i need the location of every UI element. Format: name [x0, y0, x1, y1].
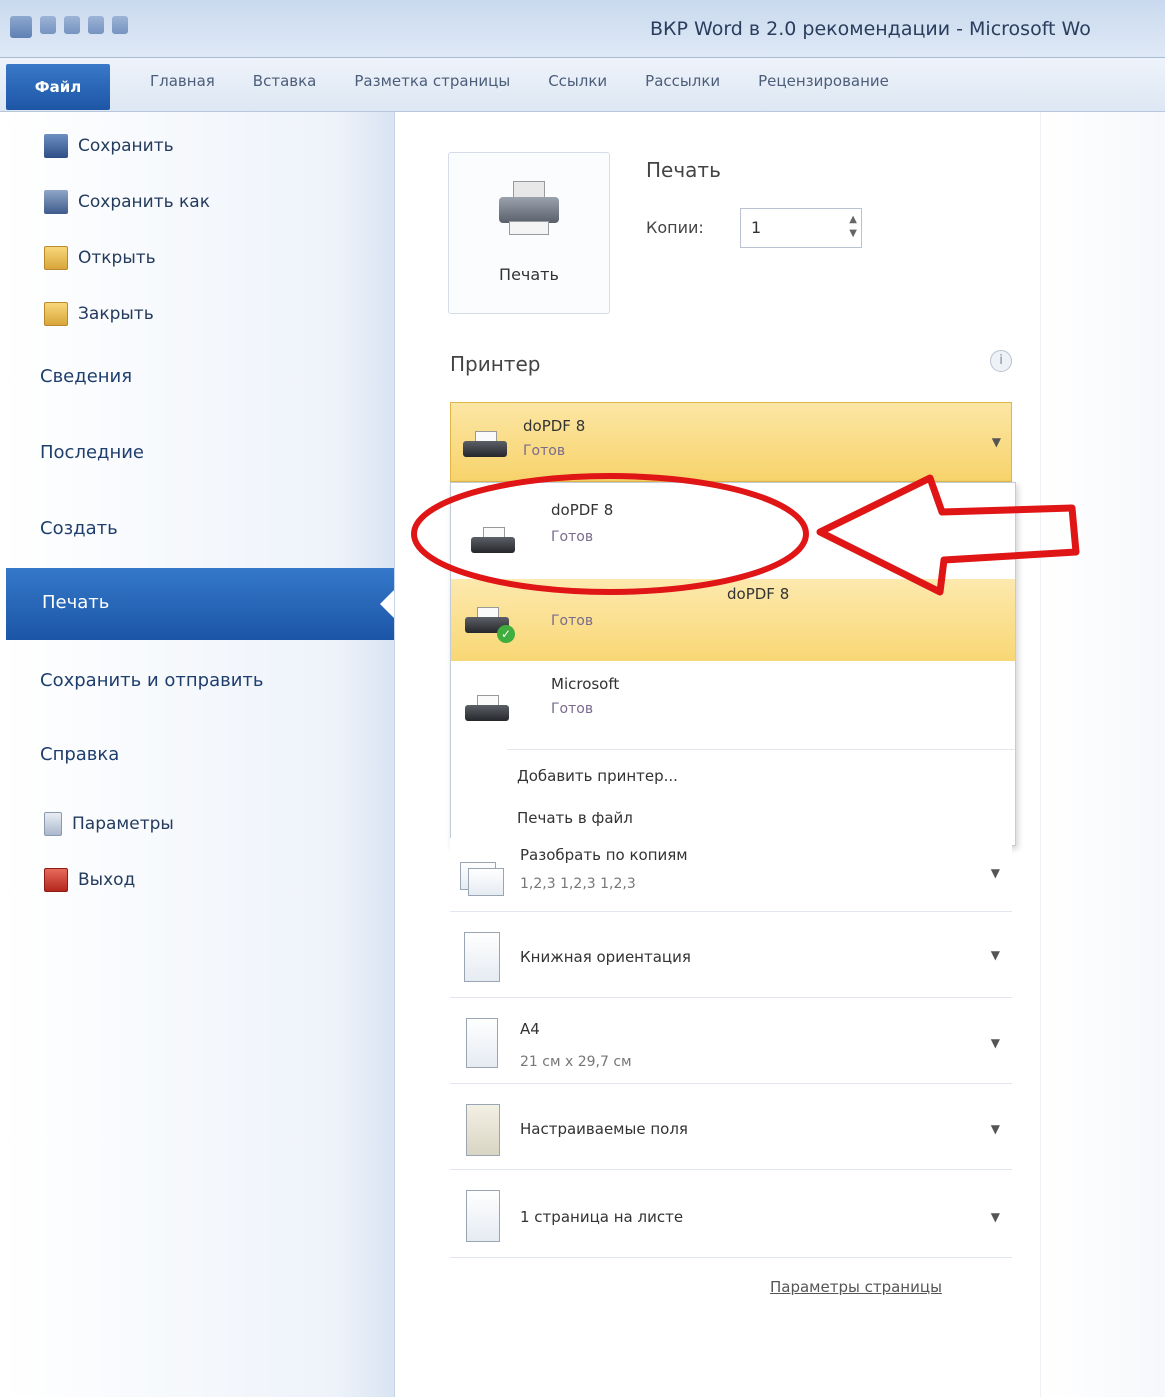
- tab-mailings[interactable]: Рассылки: [645, 72, 720, 90]
- printer-icon: [463, 431, 507, 461]
- nav-item-info[interactable]: Сведения: [40, 366, 132, 387]
- tab-references[interactable]: Ссылки: [548, 72, 607, 90]
- dropdown-separator: [507, 749, 1015, 750]
- printer-icon: [499, 181, 559, 237]
- printer-option[interactable]: Microsoft Готов: [451, 661, 1015, 745]
- title-bar: ВКР Word в 2.0 рекомендации - Microsoft …: [0, 0, 1165, 58]
- open-folder-icon: [44, 246, 68, 270]
- info-icon[interactable]: i: [990, 350, 1012, 372]
- save-as-icon: [44, 190, 68, 214]
- chevron-down-icon: ▼: [990, 1210, 1000, 1224]
- redo-icon[interactable]: [88, 16, 104, 34]
- tab-review[interactable]: Рецензирование: [758, 72, 889, 90]
- chevron-down-icon: ▼: [990, 1122, 1000, 1136]
- nav-item-new[interactable]: Создать: [40, 518, 118, 539]
- add-printer-link[interactable]: Добавить принтер...: [517, 767, 678, 785]
- copies-label: Копии:: [646, 218, 704, 237]
- chevron-down-icon: ▼: [990, 866, 1000, 880]
- pages-per-sheet-icon: [458, 1186, 508, 1242]
- printer-icon: [465, 695, 509, 725]
- spinner-arrows-icon[interactable]: ▲ ▼: [849, 213, 857, 241]
- tab-file[interactable]: Файл: [6, 64, 110, 110]
- save-quick-icon[interactable]: [40, 16, 56, 34]
- setting-paper-size[interactable]: A4 21 см x 29,7 см ▼: [450, 1004, 1012, 1084]
- nav-save-as[interactable]: Сохранить как: [44, 190, 210, 214]
- selected-printer-status: Готов: [523, 443, 566, 459]
- nav-exit[interactable]: Выход: [44, 868, 135, 892]
- options-icon: [44, 812, 62, 836]
- tab-insert[interactable]: Вставка: [253, 72, 317, 90]
- customize-toolbar-icon[interactable]: [112, 16, 128, 34]
- print-button[interactable]: Печать: [448, 152, 610, 314]
- quick-access-toolbar: [10, 16, 128, 38]
- printer-option-default[interactable]: ✓ doPDF 8 Готов: [451, 579, 1015, 661]
- tab-page-layout[interactable]: Разметка страницы: [354, 72, 510, 90]
- setting-orientation[interactable]: Книжная ориентация ▼: [450, 918, 1012, 998]
- printer-select[interactable]: doPDF 8 Готов ▼: [450, 402, 1012, 482]
- backstage-nav: Сохранить Сохранить как Открыть Закрыть …: [0, 112, 395, 1397]
- printer-icon: [471, 527, 515, 557]
- printer-dropdown: doPDF 8 Готов ✓ doPDF 8 Готов Microsoft …: [450, 482, 1016, 846]
- undo-icon[interactable]: [64, 16, 80, 34]
- chevron-down-icon: ▼: [990, 948, 1000, 962]
- setting-pages-per-sheet[interactable]: 1 страница на листе ▼: [450, 1176, 1012, 1258]
- portrait-orientation-icon: [458, 928, 508, 982]
- printer-section-label: Принтер: [450, 352, 541, 376]
- print-to-file-option[interactable]: Печать в файл: [517, 809, 633, 827]
- chevron-down-icon: ▼: [991, 435, 1001, 449]
- check-icon: ✓: [497, 625, 515, 643]
- copies-spinner[interactable]: 1 ▲ ▼: [740, 208, 862, 248]
- ribbon-tab-list: Главная Вставка Разметка страницы Ссылки…: [150, 72, 889, 90]
- nav-item-save-send[interactable]: Сохранить и отправить: [40, 670, 264, 691]
- tab-home[interactable]: Главная: [150, 72, 215, 90]
- margins-icon: [458, 1100, 508, 1156]
- exit-icon: [44, 868, 68, 892]
- nav-save[interactable]: Сохранить: [44, 134, 174, 158]
- nav-item-print[interactable]: Печать: [6, 568, 394, 640]
- print-preview-pane: [1040, 112, 1165, 1397]
- paper-size-icon: [458, 1014, 508, 1068]
- nav-options[interactable]: Параметры: [44, 812, 174, 836]
- page-setup-link[interactable]: Параметры страницы: [770, 1278, 942, 1296]
- nav-close[interactable]: Закрыть: [44, 302, 154, 326]
- save-icon: [44, 134, 68, 158]
- setting-collate[interactable]: Разобрать по копиям 1,2,3 1,2,3 1,2,3 ▼: [450, 838, 1012, 912]
- chevron-down-icon: ▼: [990, 1036, 1000, 1050]
- nav-item-help[interactable]: Справка: [40, 744, 119, 765]
- ribbon-tabs: Файл Главная Вставка Разметка страницы С…: [0, 58, 1165, 112]
- nav-item-recent[interactable]: Последние: [40, 442, 144, 463]
- close-folder-icon: [44, 302, 68, 326]
- collate-icon: [458, 848, 508, 902]
- word-app-icon[interactable]: [10, 16, 32, 38]
- print-heading: Печать: [646, 158, 721, 182]
- window-title: ВКР Word в 2.0 рекомендации - Microsoft …: [650, 18, 1091, 40]
- printer-option[interactable]: doPDF 8 Готов: [451, 483, 1015, 579]
- setting-margins[interactable]: Настраиваемые поля ▼: [450, 1090, 1012, 1170]
- nav-open[interactable]: Открыть: [44, 246, 156, 270]
- print-button-label: Печать: [499, 265, 559, 284]
- selected-printer-name: doPDF 8: [523, 417, 586, 435]
- copies-value: 1: [751, 218, 762, 237]
- default-printer-icon: ✓: [465, 607, 515, 643]
